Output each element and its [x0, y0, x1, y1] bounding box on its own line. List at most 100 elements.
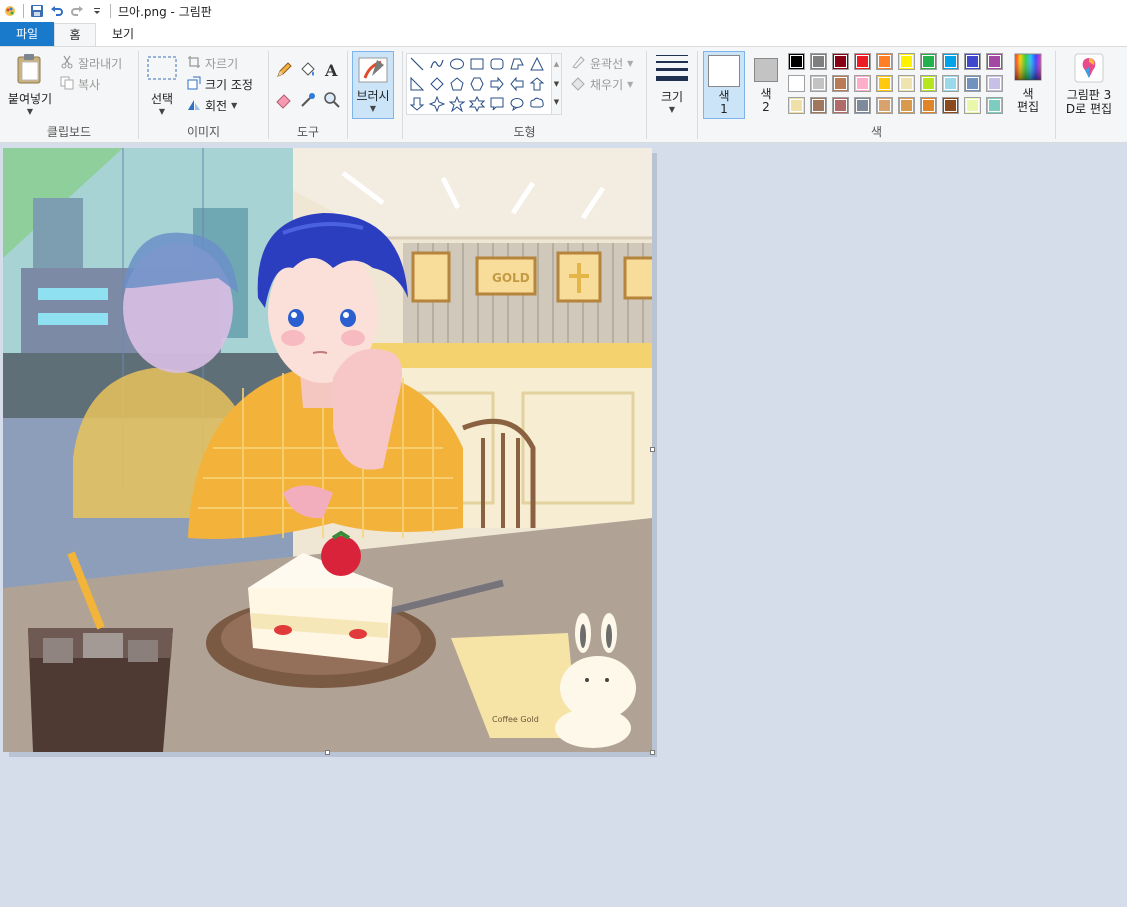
palette-swatch-border: [856, 99, 869, 112]
palette-swatch[interactable]: [920, 75, 937, 92]
color-picker-icon[interactable]: [299, 91, 317, 112]
rotate-button[interactable]: 회전 ▼: [187, 95, 237, 115]
cut-button[interactable]: 잘라내기: [60, 53, 122, 73]
palette-swatch[interactable]: [920, 53, 937, 70]
palette-swatch[interactable]: [898, 53, 915, 70]
line-shape-icon[interactable]: [408, 55, 426, 73]
palette-swatch[interactable]: [854, 97, 871, 114]
palette-swatch[interactable]: [876, 75, 893, 92]
polygon-shape-icon[interactable]: [508, 55, 526, 73]
outline-button[interactable]: 윤곽선 ▼: [570, 53, 633, 73]
palette-swatch-border: [922, 55, 935, 68]
palette-swatch[interactable]: [898, 75, 915, 92]
shapes-gallery-scrollbar[interactable]: ▲ ▼ ▼: [552, 53, 562, 115]
palette-swatch[interactable]: [854, 75, 871, 92]
paste-button[interactable]: 붙여넣기 ▼: [4, 53, 56, 116]
palette-swatch[interactable]: [788, 53, 805, 70]
palette-swatch[interactable]: [788, 75, 805, 92]
color-1-button[interactable]: 색 1: [703, 51, 745, 119]
palette-swatch[interactable]: [964, 75, 981, 92]
six-point-star-shape-icon[interactable]: [468, 95, 486, 113]
eraser-icon[interactable]: [275, 91, 293, 112]
curve-shape-icon[interactable]: [428, 55, 446, 73]
image-group-label: 이미지: [186, 125, 221, 139]
palette-swatch[interactable]: [898, 97, 915, 114]
shapes-gallery[interactable]: [406, 53, 552, 115]
palette-swatch[interactable]: [810, 53, 827, 70]
oval-shape-icon[interactable]: [448, 55, 466, 73]
fill-button[interactable]: 채우기 ▼: [570, 74, 633, 94]
text-icon[interactable]: A: [323, 61, 341, 82]
hexagon-shape-icon[interactable]: [468, 75, 486, 93]
palette-swatch[interactable]: [854, 53, 871, 70]
right-arrow-shape-icon[interactable]: [488, 75, 506, 93]
palette-swatch[interactable]: [810, 97, 827, 114]
fill-bucket-icon[interactable]: [299, 61, 317, 82]
palette-swatch[interactable]: [942, 53, 959, 70]
palette-swatch[interactable]: [942, 97, 959, 114]
palette-swatch[interactable]: [986, 53, 1003, 70]
edit-with-paint3d-button[interactable]: 그림판 3 D로 편집: [1060, 53, 1118, 116]
right-triangle-shape-icon[interactable]: [408, 75, 426, 93]
tab-home[interactable]: 홈: [54, 23, 96, 46]
palette-swatch-border: [966, 99, 979, 112]
crop-button[interactable]: 자르기: [187, 53, 238, 73]
palette-swatch-border: [834, 77, 847, 90]
line-width-icon: [655, 53, 689, 86]
palette-swatch[interactable]: [832, 97, 849, 114]
resize-handle-corner[interactable]: [650, 750, 655, 755]
scroll-up-icon[interactable]: ▲: [552, 54, 561, 74]
image-group: 선택 ▼ 자르기 크기 조정 회전 ▼ 이미지: [139, 47, 268, 143]
chevron-down-icon: ▼: [369, 104, 377, 113]
down-arrow-shape-icon[interactable]: [408, 95, 426, 113]
undo-icon[interactable]: [47, 1, 67, 21]
rectangle-shape-icon[interactable]: [468, 55, 486, 73]
brushes-button[interactable]: 브러시 ▼: [352, 51, 394, 119]
palette-swatch[interactable]: [832, 53, 849, 70]
size-button[interactable]: 크기 ▼: [651, 53, 693, 114]
copy-button[interactable]: 복사: [60, 74, 100, 94]
customize-toolbar-icon[interactable]: [87, 1, 107, 21]
diamond-shape-icon[interactable]: [428, 75, 446, 93]
gallery-expand-icon[interactable]: ▼: [552, 94, 561, 110]
select-button[interactable]: 선택 ▼: [143, 55, 181, 116]
palette-swatch[interactable]: [986, 97, 1003, 114]
palette-swatch[interactable]: [986, 75, 1003, 92]
four-point-star-shape-icon[interactable]: [428, 95, 446, 113]
color-2-button[interactable]: 색 2: [749, 51, 783, 119]
save-icon[interactable]: [27, 1, 47, 21]
palette-swatch[interactable]: [964, 97, 981, 114]
resize-handle-right[interactable]: [650, 447, 655, 452]
palette-swatch[interactable]: [942, 75, 959, 92]
rounded-rectangle-shape-icon[interactable]: [488, 55, 506, 73]
fill-label: 채우기: [590, 77, 624, 92]
oval-callout-shape-icon[interactable]: [508, 95, 526, 113]
palette-swatch[interactable]: [810, 75, 827, 92]
paint-app-icon[interactable]: [0, 1, 20, 21]
redo-icon[interactable]: [67, 1, 87, 21]
palette-swatch[interactable]: [876, 53, 893, 70]
cloud-callout-shape-icon[interactable]: [528, 95, 546, 113]
pentagon-shape-icon[interactable]: [448, 75, 466, 93]
up-arrow-shape-icon[interactable]: [528, 75, 546, 93]
scroll-down-icon[interactable]: ▼: [552, 74, 561, 94]
tab-file[interactable]: 파일: [0, 22, 54, 46]
resize-handle-bottom[interactable]: [325, 750, 330, 755]
rect-callout-shape-icon[interactable]: [488, 95, 506, 113]
five-point-star-shape-icon[interactable]: [448, 95, 466, 113]
palette-swatch[interactable]: [964, 53, 981, 70]
edit-colors-button[interactable]: 색 편집: [1010, 53, 1046, 114]
left-arrow-shape-icon[interactable]: [508, 75, 526, 93]
resize-button[interactable]: 크기 조정: [187, 74, 253, 94]
tab-view[interactable]: 보기: [96, 23, 150, 46]
paint3d-label-line1: 그림판 3: [1066, 88, 1112, 102]
palette-swatch[interactable]: [920, 97, 937, 114]
triangle-shape-icon[interactable]: [528, 55, 546, 73]
magnifier-icon[interactable]: [323, 91, 341, 112]
palette-swatch[interactable]: [876, 97, 893, 114]
palette-swatch[interactable]: [788, 97, 805, 114]
palette-swatch[interactable]: [832, 75, 849, 92]
paint3d-group: 그림판 3 D로 편집: [1056, 47, 1122, 143]
drawing-canvas[interactable]: GOLD Coffee Gold: [3, 148, 652, 752]
pencil-icon[interactable]: [275, 61, 293, 82]
